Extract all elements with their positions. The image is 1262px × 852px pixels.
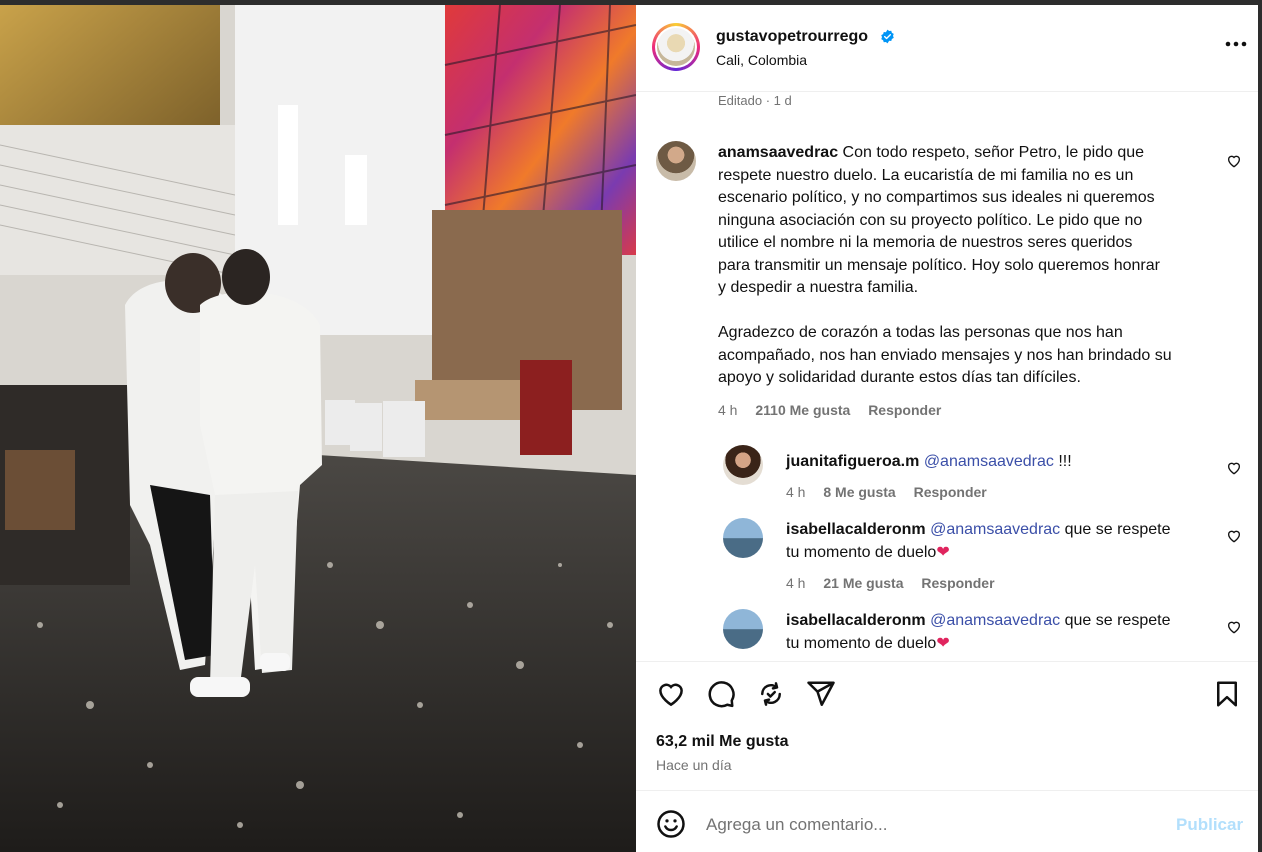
author-avatar-frame [655,26,697,68]
comments-list[interactable]: Editado · 1 d anamsaavedrac Con todo res… [636,93,1258,661]
comment-username[interactable]: anamsaavedrac [718,144,838,161]
main-comment-meta: 4 h 2110 Me gusta Responder [718,402,955,418]
comment-text-line-4: ninguna asociación con su proyecto polít… [718,211,1143,229]
post-side-panel: gustavopetrourrego Cali, Colombia Editad… [636,5,1258,852]
comment-text-line-8: Agradezco de corazón a todas las persona… [718,324,1123,341]
comment-text-line-7: y despedir a nuestra familia. [718,279,919,296]
emoji-icon[interactable] [656,809,686,839]
comment-reply-button[interactable]: Responder [868,402,941,418]
comment-avatar[interactable] [656,141,696,181]
comment-icon[interactable] [706,679,736,709]
reply-meta: 4 h 8 Me gusta Responder [786,484,1001,500]
comment-input[interactable] [706,811,1146,839]
publish-button[interactable]: Publicar [1176,815,1243,835]
bookmark-icon[interactable] [1212,679,1242,709]
post-location[interactable]: Cali, Colombia [716,52,807,68]
reply-avatar[interactable] [723,518,763,558]
post-time-ago: Hace un día [656,757,732,773]
reply-mention-link[interactable]: @anamsaavedrac [924,453,1054,470]
reply-username[interactable]: isabellacalderonm [786,521,926,538]
actions-divider [636,661,1258,662]
church-photo-illustration [0,5,636,852]
reply-body: isabellacalderonm @anamsaavedrac que se … [786,610,1226,655]
red-heart-emoji-icon: ❤ [936,543,950,561]
verified-badge-icon [881,29,894,44]
reply-like-heart-icon[interactable] [1226,528,1242,544]
red-heart-emoji-icon: ❤ [936,634,950,652]
more-options-icon[interactable] [1225,41,1247,47]
reply-like-heart-icon[interactable] [1226,460,1242,476]
reply-text: !!! [1053,453,1072,470]
reply-body: isabellacalderonm @anamsaavedrac que se … [786,519,1226,564]
reply-time: 4 h [786,484,806,500]
send-icon[interactable] [806,679,836,709]
comment-text-line-9: acompañado, nos han enviado mensajes y n… [718,346,1172,364]
reply-reply-button[interactable]: Responder [914,484,987,500]
reply-time: 4 h [786,575,806,591]
reply-username[interactable]: juanitafigueroa.m [786,453,919,470]
reply-username[interactable]: isabellacalderonm [786,612,926,629]
comment-text-line-5: utilice el nombre ni la memoria de nuest… [718,234,1133,251]
post-header: gustavopetrourrego Cali, Colombia [636,5,1258,92]
reply-text-line-2: tu momento de duelo [786,543,937,561]
heart-icon[interactable] [656,679,686,709]
comment-text-line-6: para transmitir un mensaje político. Hoy… [718,256,1160,274]
reply-meta: 4 h 21 Me gusta Responder [786,575,1009,591]
author-avatar[interactable] [652,23,700,71]
author-username[interactable]: gustavopetrourrego [716,28,868,46]
main-comment-body: anamsaavedrac Con todo respeto, señor Pe… [718,142,1218,390]
repost-icon[interactable] [756,679,786,709]
reply-mention-link[interactable]: @anamsaavedrac [930,521,1060,538]
reply-text-line-2: tu momento de duelo [786,634,937,652]
reply-avatar[interactable] [723,609,763,649]
reply-text: que se respete [1060,521,1171,538]
comment-likes[interactable]: 2110 Me gusta [755,402,850,418]
reply-like-heart-icon[interactable] [1226,619,1242,635]
likes-total[interactable]: 63,2 mil Me gusta [656,733,789,751]
reply-likes[interactable]: 21 Me gusta [823,575,903,591]
comment-box-divider [636,790,1258,791]
reply-mention-link[interactable]: @anamsaavedrac [930,612,1060,629]
comment-time: 4 h [718,402,738,418]
comment-text-line-10: apoyo y solidaridad durante estos días t… [718,369,1081,386]
comment-text-line-1: Con todo respeto, señor Petro, le pido q… [842,144,1145,161]
reply-likes[interactable]: 8 Me gusta [823,484,895,500]
reply-text: que se respete [1060,612,1171,629]
author-avatar-image [657,28,695,66]
comment-text-line-3: escenario político, y no compartimos sus… [718,189,1155,206]
reply-reply-button[interactable]: Responder [921,575,994,591]
reply-body: juanitafigueroa.m @anamsaavedrac !!! [786,451,1226,474]
comment-like-heart-icon[interactable] [1226,153,1242,169]
comment-text-line-2: respete nuestro duelo. La eucaristía de … [718,166,1134,184]
edited-label: Editado · 1 d [718,93,792,108]
reply-avatar[interactable] [723,445,763,485]
post-photo [0,5,636,852]
